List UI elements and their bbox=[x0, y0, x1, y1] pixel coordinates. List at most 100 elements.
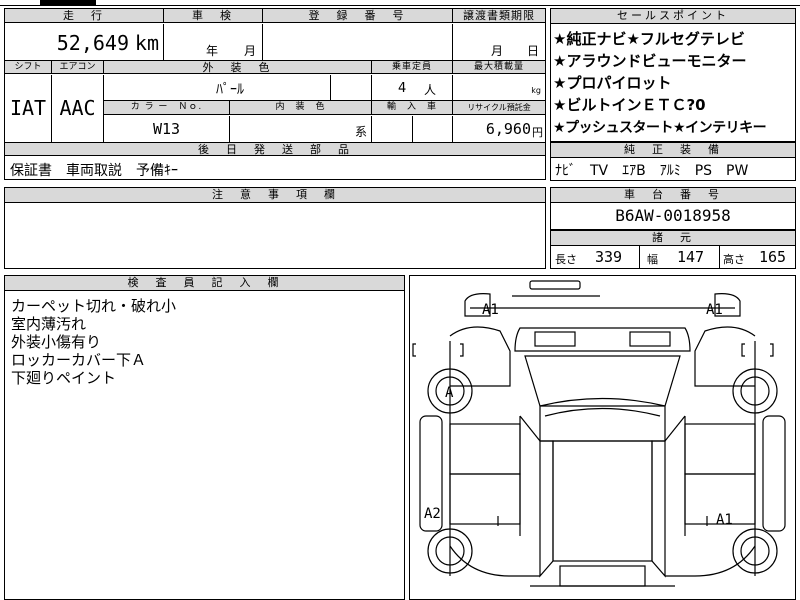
dimensions-box: 諸 元 長さ 339 幅 147 高さ 165 bbox=[550, 230, 796, 269]
exterior-header: 外 装 色 bbox=[104, 60, 372, 74]
equipment-header: 純 正 装 備 bbox=[551, 143, 795, 158]
inspection-value: 年 月 bbox=[164, 24, 263, 60]
mark-front-right: A1 bbox=[706, 302, 723, 318]
transfer-month-unit: 月 bbox=[491, 44, 504, 58]
mileage-unit: km bbox=[134, 31, 159, 55]
capacity-number: 4 bbox=[398, 81, 407, 96]
colorno-header: カ ラ ー Ｎｏ. bbox=[104, 101, 230, 115]
colorno-value: W13 bbox=[104, 116, 230, 142]
black-corner-block bbox=[40, 0, 96, 5]
mark-rear-left: A2 bbox=[424, 506, 441, 522]
sales-point-5: ★プッシュスタート★インテリキー bbox=[553, 120, 767, 136]
transfer-header: 譲渡書類期限 bbox=[453, 9, 545, 23]
height-label: 高さ bbox=[723, 253, 745, 266]
inspection-header: 車 検 bbox=[164, 9, 263, 23]
inspector-box: 検 査 員 記 入 欄 カーペット切れ・破れ小 室内薄汚れ 外装小傷有り ロッカ… bbox=[4, 275, 405, 600]
equipment-box: 純 正 装 備 ﾅﾋﾞ TV ｴｱB ｱﾙﾐ PS PW bbox=[550, 142, 796, 181]
recycle-header: リサイクル預託金 bbox=[453, 101, 545, 115]
length-value: 339 bbox=[595, 248, 623, 266]
pillar-left bbox=[519, 415, 541, 442]
car-diagram bbox=[412, 280, 786, 587]
aircon-value: AAC bbox=[52, 75, 104, 142]
bracket-right-mid bbox=[741, 343, 745, 357]
later-parts-value: 保証書 車両取説 予備ｷｰ bbox=[10, 163, 178, 179]
shift-header: シフト bbox=[5, 60, 52, 74]
notes-header: 注 意 事 項 欄 bbox=[5, 188, 545, 203]
bracket-left bbox=[412, 343, 416, 357]
car-diagram-box: A1 A1 A A2 A1 bbox=[409, 275, 796, 600]
import-divider bbox=[412, 116, 413, 142]
sales-point-1: ★純正ナビ★フルセグテレビ bbox=[553, 30, 745, 48]
exterior-color-text: ﾊﾟｰﾙ bbox=[216, 82, 244, 98]
shift-value: IAT bbox=[5, 75, 52, 142]
maxload-unit: kg bbox=[531, 86, 541, 95]
notes-box: 注 意 事 項 欄 bbox=[4, 187, 546, 269]
floor-center bbox=[559, 565, 646, 587]
later-parts-header: 後 日 発 送 部 品 bbox=[5, 142, 545, 156]
mark-front-left: A1 bbox=[482, 302, 499, 318]
dim-divider-2 bbox=[719, 246, 720, 268]
sales-point-2: ★アラウンドビューモニター bbox=[553, 52, 747, 70]
chassis-value: B6AW-0018958 bbox=[615, 206, 731, 225]
pillar-right bbox=[664, 415, 686, 442]
door-rear-left bbox=[449, 473, 521, 525]
center-roof bbox=[552, 440, 653, 562]
aircon-header: エアコン bbox=[52, 60, 104, 74]
interior-suffix: 系 bbox=[354, 125, 367, 139]
rear-window bbox=[539, 440, 554, 578]
width-value: 147 bbox=[677, 248, 705, 266]
chassis-header: 車 台 番 号 bbox=[551, 188, 795, 203]
bracket-left-mid bbox=[460, 343, 464, 357]
hood-inner bbox=[534, 331, 576, 347]
mark-right-side: A1 bbox=[716, 512, 733, 528]
top-strip bbox=[0, 0, 800, 6]
length-label: 長さ bbox=[555, 253, 577, 266]
dim-divider-1 bbox=[639, 246, 640, 268]
roof bbox=[539, 397, 666, 442]
import-value bbox=[372, 116, 453, 142]
transfer-value: 月 日 bbox=[453, 24, 545, 60]
capacity-value: 4 人 bbox=[372, 75, 453, 101]
mileage-value: 52,649 km bbox=[5, 24, 164, 60]
sales-point-4: ★ビルトインＥＴＣ?0 bbox=[553, 96, 706, 114]
recycle-unit: 円 bbox=[532, 126, 543, 139]
height-value: 165 bbox=[759, 248, 787, 266]
mileage-number: 52,649 bbox=[56, 31, 129, 55]
sales-points-box: セールスポイント ★純正ナビ★フルセグテレビ ★アラウンドビューモニター ★プロ… bbox=[550, 8, 796, 142]
sales-point-3: ★プロパイロット bbox=[553, 74, 672, 92]
exterior-value: ﾊﾟｰﾙ bbox=[104, 75, 372, 101]
bracket-right bbox=[770, 343, 774, 357]
interior-header: 内 装 色 bbox=[230, 101, 372, 115]
recycle-value: 6,960 円 bbox=[453, 116, 545, 142]
import-header: 輸 入 車 bbox=[372, 101, 453, 115]
dimensions-header: 諸 元 bbox=[551, 231, 795, 246]
exterior-divider bbox=[330, 75, 331, 101]
equipment-value: ﾅﾋﾞ TV ｴｱB ｱﾙﾐ PS PW bbox=[555, 163, 749, 179]
inspector-header: 検 査 員 記 入 欄 bbox=[5, 276, 404, 291]
mileage-header: 走 行 bbox=[5, 9, 164, 23]
maxload-value: kg bbox=[453, 75, 545, 101]
registration-value bbox=[263, 24, 453, 60]
inspection-month-unit: 月 bbox=[244, 44, 257, 58]
maxload-header: 最大積載量 bbox=[453, 60, 545, 74]
front-grille bbox=[529, 280, 581, 290]
sales-points-header: セールスポイント bbox=[551, 9, 795, 24]
door-front-right bbox=[684, 423, 756, 475]
width-label: 幅 bbox=[647, 253, 658, 266]
inspection-year-unit: 年 bbox=[206, 44, 219, 58]
rear-window-right bbox=[651, 440, 666, 578]
interior-value: 系 bbox=[230, 116, 372, 142]
hood-inner-right bbox=[629, 331, 671, 347]
recycle-number: 6,960 bbox=[485, 120, 531, 138]
fender-right bbox=[694, 326, 756, 387]
registration-header: 登 録 番 号 bbox=[263, 9, 453, 23]
mark-wheel-front-left: A bbox=[445, 385, 454, 401]
transfer-day-unit: 日 bbox=[527, 44, 540, 58]
rocker-right bbox=[762, 415, 786, 532]
capacity-header: 乗車定員 bbox=[372, 60, 453, 74]
fender-left bbox=[449, 326, 511, 387]
roof-front-curve bbox=[544, 407, 661, 417]
inspector-line-5: 下廻りペイント bbox=[11, 369, 117, 387]
capacity-unit: 人 bbox=[424, 83, 437, 97]
door-front-left bbox=[449, 423, 521, 475]
